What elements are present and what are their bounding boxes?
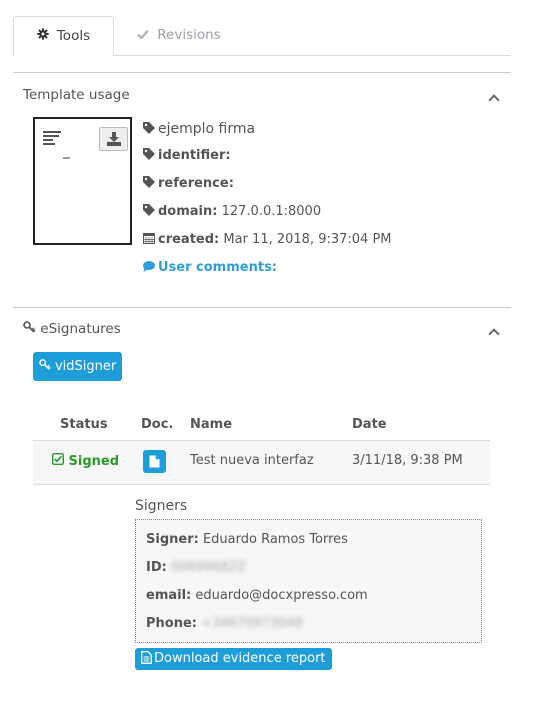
id-row: ID: 00699682Z [146, 560, 246, 575]
id-value-blurred: 00699682Z [170, 560, 247, 575]
tab-tools-label: Tools [56, 28, 91, 44]
thumbnail-text-line [43, 135, 59, 137]
created-value: Mar 11, 2018, 9:37:04 PM [223, 232, 392, 247]
email-label: email: [146, 588, 192, 603]
esignatures-title-row: eSignatures [23, 321, 121, 337]
template-name-row: ejemplo firma [143, 121, 255, 138]
domain-row: domain: 127.0.0.1:8000 [143, 204, 321, 220]
signers-box: Signer: Eduardo Ramos Torres ID: 0069968… [135, 519, 482, 643]
tag-icon [143, 148, 155, 164]
reference-label: reference: [158, 176, 234, 191]
thumbnail-text-line [63, 157, 70, 159]
signer-name: Eduardo Ramos Torres [202, 532, 348, 547]
template-usage-title: Template usage [23, 87, 130, 103]
document-name: Test nueva interfaz [190, 453, 314, 468]
tab-tools[interactable]: Tools [13, 16, 114, 57]
tab-revisions-label: Revisions [157, 27, 221, 43]
template-thumbnail[interactable] [33, 117, 132, 245]
tag-icon [143, 122, 155, 138]
divider [13, 72, 511, 73]
key-icon [39, 359, 51, 374]
tag-icon [143, 204, 155, 220]
thumbnail-text-line [43, 131, 61, 133]
id-label: ID: [146, 560, 167, 575]
signer-label: Signer: [146, 532, 199, 547]
reference-row: reference: [143, 176, 234, 192]
tab-revisions[interactable]: Revisions [114, 16, 244, 56]
download-icon [107, 132, 121, 146]
created-row: created: Mar 11, 2018, 9:37:04 PM [143, 232, 392, 248]
user-comments-link[interactable]: User comments: [143, 260, 277, 276]
user-comments-label: User comments: [158, 260, 277, 275]
check-icon [137, 16, 150, 54]
email-value: eduardo@docxpresso.com [195, 588, 368, 603]
signer-row: Signer: Eduardo Ramos Torres [146, 532, 348, 547]
column-header-date: Date [352, 417, 387, 432]
phone-label: Phone: [146, 616, 197, 631]
column-header-doc: Doc. [141, 417, 174, 432]
esignatures-title: eSignatures [40, 321, 121, 337]
document-date: 3/11/18, 9:38 PM [352, 453, 463, 468]
tab-bar: Tools Revisions [13, 16, 511, 57]
tag-icon [143, 176, 155, 192]
comment-icon [143, 261, 155, 276]
phone-row: Phone: +34670973048 [146, 616, 303, 631]
thumbnail-download-button[interactable] [99, 127, 128, 151]
key-icon [23, 321, 36, 337]
file-icon [149, 455, 160, 468]
collapse-esignatures-chevron-up-icon[interactable] [487, 325, 501, 339]
domain-value: 127.0.0.1:8000 [221, 204, 322, 219]
file-text-icon [141, 651, 152, 664]
created-label: created: [158, 232, 220, 247]
template-name: ejemplo firma [158, 121, 256, 137]
signers-title: Signers [135, 498, 188, 514]
divider [13, 307, 511, 308]
email-row: email: eduardo@docxpresso.com [146, 588, 368, 603]
identifier-label: identifier: [158, 148, 231, 163]
identifier-row: identifier: [143, 148, 231, 164]
column-header-name: Name [190, 417, 233, 432]
collapse-template-usage-chevron-up-icon[interactable] [487, 91, 501, 105]
domain-label: domain: [158, 204, 218, 219]
vidsigner-label: vidSigner [54, 359, 117, 374]
thumbnail-text-line [43, 143, 55, 145]
check-square-icon [51, 452, 65, 469]
phone-value-blurred: +34670973048 [201, 616, 303, 631]
vidsigner-button[interactable]: vidSigner [33, 352, 122, 381]
status-badge: Signed [51, 452, 120, 469]
calendar-icon [143, 232, 155, 248]
column-header-status: Status [60, 417, 108, 432]
table-row: Signed Test nueva interfaz 3/11/18, 9:38… [33, 441, 490, 485]
thumbnail-text-line [43, 139, 53, 141]
status-text: Signed [68, 454, 120, 469]
gear-icon [37, 17, 49, 55]
document-button[interactable] [143, 450, 166, 473]
download-evidence-report-button[interactable]: Download evidence report [135, 648, 332, 670]
download-evidence-report-label: Download evidence report [154, 651, 326, 666]
